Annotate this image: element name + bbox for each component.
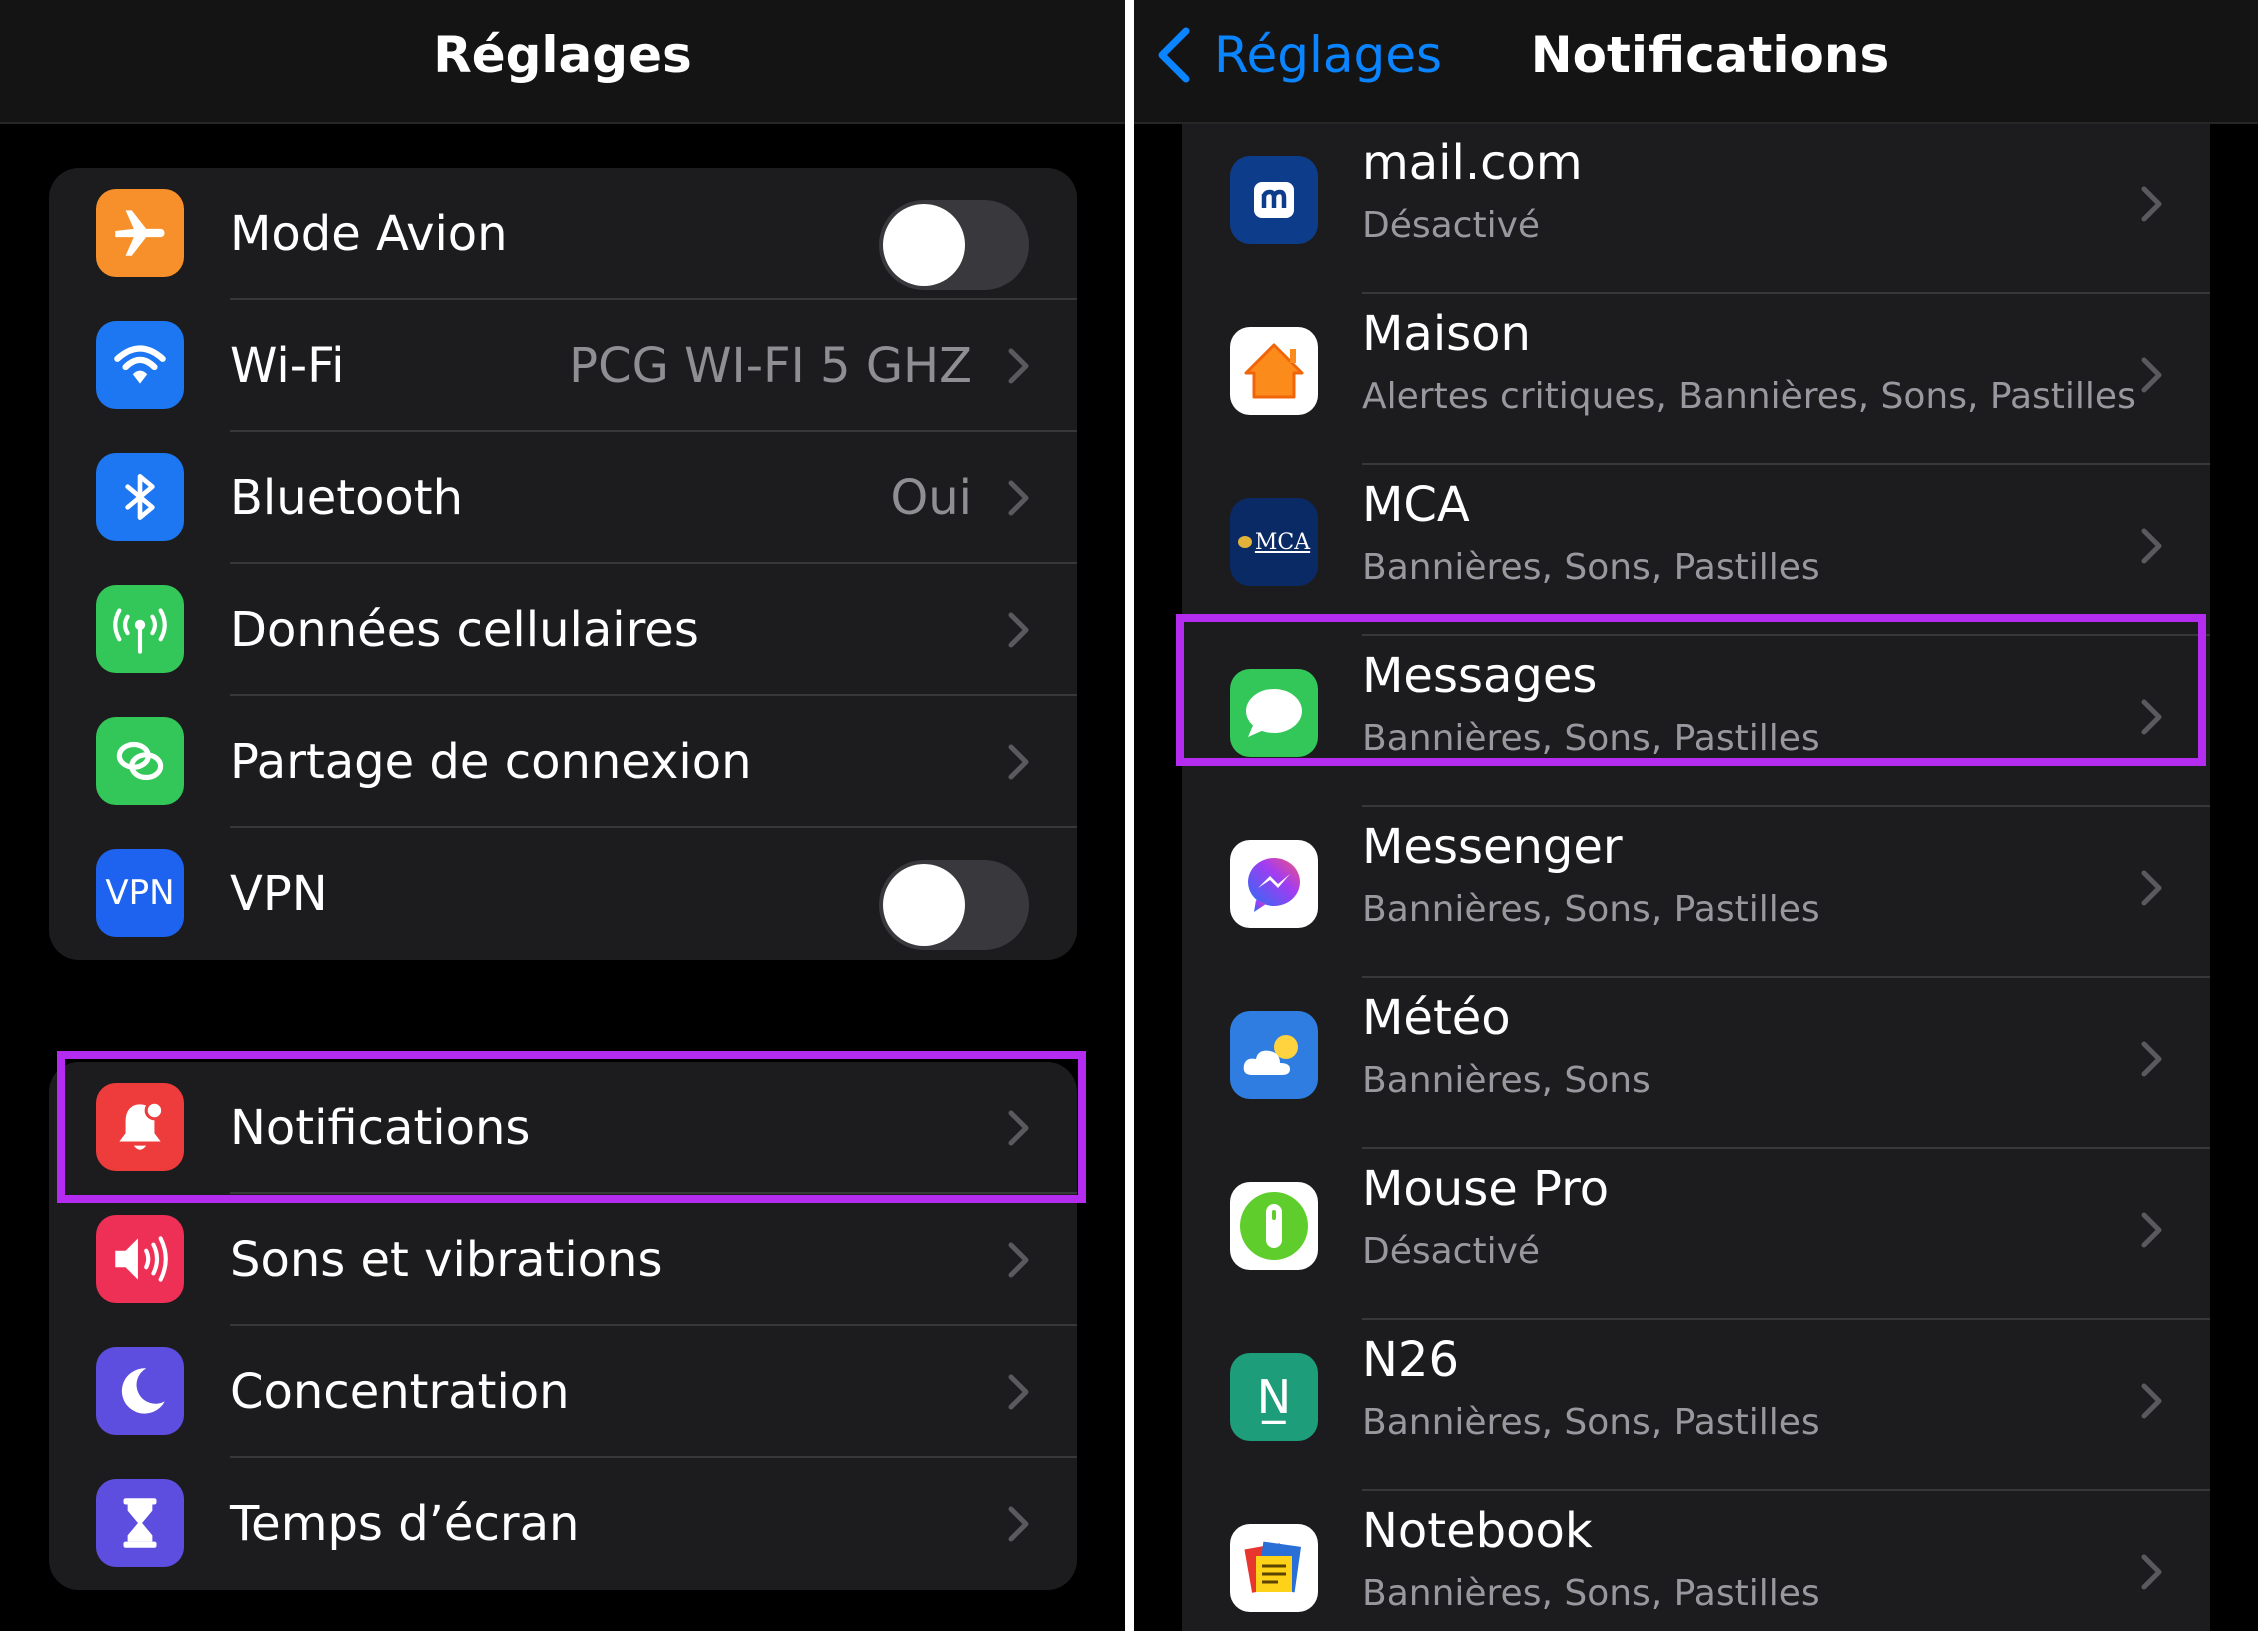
hourglass-icon xyxy=(96,1479,184,1567)
app-row-mailcom[interactable]: mail.com Désactivé xyxy=(1182,123,2210,294)
vpn-toggle[interactable] xyxy=(879,860,1029,950)
notifications-pane: mail.com Désactivé Maison Alertes critiq… xyxy=(1134,0,2258,1631)
settings-row-hotspot[interactable]: Partage de connexion xyxy=(49,696,1077,828)
chevron-right-icon xyxy=(2141,186,2162,222)
app-notification-summary: Désactivé xyxy=(1362,205,1541,246)
mailcom-icon xyxy=(1230,156,1318,244)
messenger-icon xyxy=(1230,840,1318,928)
antenna-icon xyxy=(96,585,184,673)
app-name: Notebook xyxy=(1362,1503,1593,1559)
app-row-maison[interactable]: Maison Alertes critiques, Bannières, Son… xyxy=(1182,294,2210,465)
weather-icon xyxy=(1230,1011,1318,1099)
notifications-navbar: Réglages Notifications xyxy=(1134,0,2258,124)
speaker-icon xyxy=(96,1215,184,1303)
app-notification-summary: Alertes critiques, Bannières, Sons, Past… xyxy=(1362,376,2136,417)
toggle-knob xyxy=(883,864,965,946)
settings-row-airplane-mode[interactable]: Mode Avion xyxy=(49,168,1077,300)
row-label: Temps d’écran xyxy=(230,1496,580,1552)
app-row-messenger[interactable]: Messenger Bannières, Sons, Pastilles xyxy=(1182,807,2210,978)
settings-row-cellular[interactable]: Données cellulaires xyxy=(49,564,1077,696)
vpn-icon-text: VPN xyxy=(105,873,175,913)
app-name: Mouse Pro xyxy=(1362,1161,1610,1217)
page-title: Notifications xyxy=(1530,26,1890,84)
row-label: Concentration xyxy=(230,1364,570,1420)
chevron-right-icon xyxy=(2141,1383,2162,1419)
n26-icon-text: N̲ xyxy=(1256,1370,1292,1424)
mouse-icon xyxy=(1230,1182,1318,1270)
bluetooth-icon xyxy=(96,453,184,541)
airplane-mode-toggle[interactable] xyxy=(879,200,1029,290)
link-icon xyxy=(96,717,184,805)
app-notification-summary: Bannières, Sons xyxy=(1362,1060,1651,1101)
app-name: N26 xyxy=(1362,1332,1459,1388)
settings-pane: Réglages Mode Avion Wi-Fi PCG WI-FI 5 GH… xyxy=(0,0,1125,1631)
app-name: Messenger xyxy=(1362,819,1623,875)
chevron-right-icon xyxy=(2141,870,2162,906)
app-name: MCA xyxy=(1362,477,1470,533)
settings-row-vpn[interactable]: VPN VPN xyxy=(49,828,1077,960)
app-row-mca[interactable]: MCA MCA Bannières, Sons, Pastilles xyxy=(1182,465,2210,636)
chevron-right-icon xyxy=(2141,1041,2162,1077)
settings-row-sounds[interactable]: Sons et vibrations xyxy=(49,1194,1077,1326)
row-label: Données cellulaires xyxy=(230,602,699,658)
app-notification-summary: Bannières, Sons, Pastilles xyxy=(1362,1402,1820,1443)
app-notification-summary: Désactivé xyxy=(1362,1231,1541,1272)
settings-row-wifi[interactable]: Wi-Fi PCG WI-FI 5 GHZ xyxy=(49,300,1077,432)
page-title: Réglages xyxy=(433,26,692,84)
moon-icon xyxy=(96,1347,184,1435)
n26-icon: N̲ xyxy=(1230,1353,1318,1441)
row-label: Partage de connexion xyxy=(230,734,752,790)
settings-row-focus[interactable]: Concentration xyxy=(49,1326,1077,1458)
chevron-right-icon xyxy=(1008,480,1029,516)
row-label: Wi-Fi xyxy=(230,338,345,394)
app-name: Météo xyxy=(1362,990,1511,1046)
chevron-right-icon xyxy=(1008,348,1029,384)
chevron-right-icon xyxy=(1008,1506,1029,1542)
chevron-right-icon xyxy=(2141,357,2162,393)
mca-icon: MCA xyxy=(1230,498,1318,586)
chevron-right-icon xyxy=(2141,528,2162,564)
app-notifications-list: mail.com Désactivé Maison Alertes critiq… xyxy=(1182,123,2210,1631)
chevron-right-icon xyxy=(1008,744,1029,780)
app-notification-summary: Bannières, Sons, Pastilles xyxy=(1362,547,1820,588)
app-name: Maison xyxy=(1362,306,1531,362)
chevron-right-icon xyxy=(1008,1242,1029,1278)
airplane-icon xyxy=(96,189,184,277)
chevron-right-icon xyxy=(1008,1374,1029,1410)
app-name: mail.com xyxy=(1362,135,1583,191)
pane-divider xyxy=(1125,0,1134,1631)
home-icon xyxy=(1230,327,1318,415)
chevron-right-icon xyxy=(2141,1212,2162,1248)
settings-row-screen-time[interactable]: Temps d’écran xyxy=(49,1458,1077,1590)
mca-icon-text: MCA xyxy=(1254,529,1311,555)
app-notification-summary: Bannières, Sons, Pastilles xyxy=(1362,889,1820,930)
row-label: Mode Avion xyxy=(230,206,508,262)
settings-row-bluetooth[interactable]: Bluetooth Oui xyxy=(49,432,1077,564)
connectivity-group: Mode Avion Wi-Fi PCG WI-FI 5 GHZ Bluetoo… xyxy=(49,168,1077,960)
bluetooth-status-value: Oui xyxy=(890,470,972,526)
chevron-left-icon xyxy=(1158,27,1190,83)
toggle-knob xyxy=(883,204,965,286)
app-row-meteo[interactable]: Météo Bannières, Sons xyxy=(1182,978,2210,1149)
app-notification-summary: Bannières, Sons, Pastilles xyxy=(1362,1573,1820,1614)
settings-navbar: Réglages xyxy=(0,0,1125,124)
vpn-icon: VPN xyxy=(96,849,184,937)
highlight-box xyxy=(57,1051,1086,1203)
row-label: VPN xyxy=(230,866,328,922)
app-row-notebook[interactable]: Notebook Bannières, Sons, Pastilles xyxy=(1182,1491,2210,1631)
app-row-n26[interactable]: N̲ N26 Bannières, Sons, Pastilles xyxy=(1182,1320,2210,1491)
row-label: Sons et vibrations xyxy=(230,1232,663,1288)
notebook-icon xyxy=(1230,1524,1318,1612)
row-label: Bluetooth xyxy=(230,470,464,526)
chevron-right-icon xyxy=(1008,612,1029,648)
wifi-icon xyxy=(96,321,184,409)
chevron-right-icon xyxy=(2141,1554,2162,1590)
wifi-network-value: PCG WI-FI 5 GHZ xyxy=(569,338,972,394)
highlight-box xyxy=(1176,614,2206,766)
app-row-mouse-pro[interactable]: Mouse Pro Désactivé xyxy=(1182,1149,2210,1320)
